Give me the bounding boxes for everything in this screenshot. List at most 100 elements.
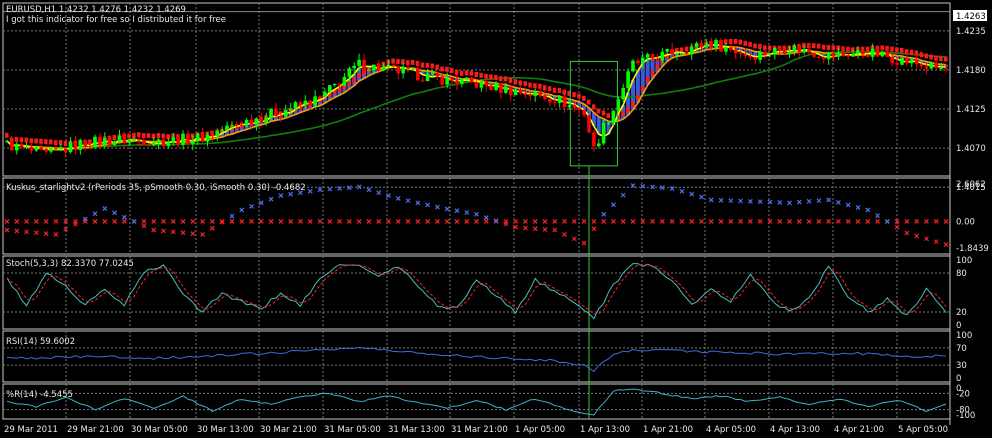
candle-body [660, 51, 665, 61]
candle-body [147, 145, 151, 147]
candle-body [269, 108, 273, 118]
candle-body [142, 140, 146, 146]
candle-body [381, 66, 386, 71]
red-band-mark [572, 92, 576, 98]
kuskus-zero-mark [522, 219, 528, 224]
kuskus-mark [464, 210, 470, 215]
red-band-mark [24, 137, 29, 143]
kuskus-zero-mark [513, 219, 519, 224]
candle-body [724, 47, 728, 52]
candle-body [132, 139, 136, 141]
kuskus-mark [884, 219, 890, 224]
candle-body [318, 96, 322, 98]
kuskus-zero-mark [796, 219, 802, 224]
red-band-mark [469, 70, 474, 76]
red-band-mark [44, 139, 48, 145]
kuskus-mark [415, 200, 421, 206]
candle-body [587, 115, 591, 133]
kuskus-mark [835, 200, 841, 205]
wpr-tick-label: -100 [956, 411, 975, 421]
red-band-mark [909, 49, 914, 55]
kuskus-tick-label: -1.8439 [956, 244, 989, 254]
kuskus-mark [933, 239, 939, 245]
red-band-mark [357, 72, 361, 78]
kuskus-mark [102, 206, 108, 211]
kuskus-zero-mark [170, 219, 176, 224]
candle-body [763, 51, 767, 56]
candle-body [460, 79, 464, 84]
candle-body [900, 57, 904, 65]
stoch-label: Stoch(5,3,3) 82.3370 77.0245 [6, 259, 134, 269]
kuskus-zero-mark [924, 219, 929, 224]
kuskus-mark [131, 219, 137, 224]
candle-body [684, 53, 689, 55]
kuskus-zero-mark [601, 219, 607, 224]
red-band-mark [19, 137, 24, 143]
red-band-mark [156, 133, 161, 139]
red-band-mark [748, 41, 752, 47]
red-band-mark [640, 85, 645, 91]
candle-body [376, 64, 381, 71]
candle-body [905, 57, 909, 64]
candle-body [420, 80, 425, 82]
candle-body [406, 67, 410, 69]
kuskus-zero-mark [669, 219, 675, 224]
kuskus-zero-mark [581, 219, 587, 224]
red-band-mark [489, 74, 493, 80]
kuskus-zero-mark [747, 219, 753, 224]
red-band-mark [924, 53, 928, 59]
candle-body [298, 102, 303, 105]
candle-body [665, 49, 670, 52]
candle-body [186, 133, 190, 144]
kuskus-zero-mark [532, 219, 538, 224]
red-band-mark [626, 107, 630, 113]
kuskus-zero-mark [298, 219, 303, 224]
candle-body [107, 138, 112, 146]
kuskus-zero-mark [121, 219, 127, 224]
red-band-mark [831, 45, 836, 51]
red-band-mark [533, 83, 537, 89]
kuskus-mark [747, 198, 753, 204]
candle-body [538, 91, 542, 96]
candle-body [347, 68, 352, 77]
candle-body [631, 60, 635, 72]
red-band-mark [753, 43, 757, 49]
candle-body [156, 139, 161, 144]
kuskus-mark [454, 208, 460, 214]
candle-body [929, 62, 934, 69]
kuskus-zero-mark [630, 219, 636, 224]
kuskus-mark [532, 226, 538, 232]
candle-body [63, 148, 68, 153]
kuskus-zero-mark [356, 219, 362, 224]
kuskus-zero-mark [650, 219, 655, 224]
kuskus-mark [611, 202, 616, 208]
chart-canvas[interactable]: 29 Mar 2011 29 Mar 21:00 30 Mar 05:00 30 Ma… [0, 0, 992, 438]
kuskus-mark [601, 211, 607, 217]
candle-body [362, 59, 366, 71]
kuskus-mark [239, 207, 245, 213]
candle-body [944, 67, 948, 70]
candle-body [807, 48, 811, 53]
kuskus-zero-mark [307, 219, 313, 224]
rsi-tick-label: 0 [956, 374, 961, 384]
candle-body [176, 137, 180, 145]
red-band-mark [494, 74, 498, 80]
candle-body [78, 140, 83, 150]
red-band-mark [29, 138, 33, 144]
candle-body [841, 52, 846, 56]
kuskus-mark [816, 198, 822, 204]
candle-body [259, 118, 264, 123]
red-band-mark [939, 56, 943, 62]
kuskus-zero-mark [386, 219, 391, 224]
kuskus-mark [679, 188, 685, 194]
candle-body [709, 43, 714, 48]
candle-body [464, 77, 469, 80]
kuskus-zero-mark [552, 219, 558, 224]
kuskus-zero-mark [718, 219, 724, 224]
kuskus-mark [405, 198, 411, 204]
kuskus-mark [151, 227, 157, 233]
kuskus-mark [190, 231, 196, 236]
candle-body [371, 64, 376, 71]
kuskus-zero-mark [102, 219, 108, 224]
kuskus-mark [699, 194, 704, 200]
